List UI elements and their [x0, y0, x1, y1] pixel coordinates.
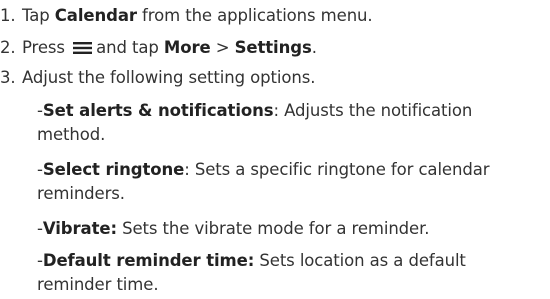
step-text: from the applications menu.: [136, 6, 373, 25]
step-text: Press: [22, 38, 65, 57]
option-name: Vibrate:: [42, 219, 117, 238]
option-name: Set alerts & notifications: [42, 101, 274, 120]
step-number: 3.: [0, 68, 16, 87]
option-vibrate: -Vibrate: Sets the vibrate mode for a re…: [37, 217, 542, 241]
menu-icon: [73, 42, 93, 54]
option-name: Default reminder time:: [42, 251, 255, 270]
option-alerts-notifications: -Set alerts & notifications: Adjusts the…: [37, 99, 542, 147]
more-label: More: [163, 38, 211, 57]
separator: >: [210, 38, 235, 57]
settings-label: Settings: [234, 38, 312, 57]
step-1: 1. Tap Calendar from the applications men…: [0, 5, 373, 27]
step-3: 3. Adjust the following setting options.: [0, 67, 315, 89]
instructions-page: 1. Tap Calendar from the applications men…: [0, 0, 550, 299]
option-sep: :: [184, 160, 195, 179]
option-desc: Sets the vibrate mode for a reminder.: [122, 219, 430, 238]
option-name: Select ringtone: [42, 160, 185, 179]
step-text: .: [311, 38, 317, 57]
calendar-label: Calendar: [54, 6, 137, 25]
step-2: 2. Press and tap More > Settings.: [0, 37, 317, 59]
step-number: 1.: [0, 6, 16, 25]
step-number: 2.: [0, 38, 16, 57]
option-sep: :: [273, 101, 285, 120]
step-text: Adjust the following setting options.: [22, 68, 316, 87]
option-select-ringtone: -Select ringtone: Sets a specific ringto…: [37, 158, 542, 206]
step-text: and tap: [96, 38, 164, 57]
step-text: Tap: [22, 6, 55, 25]
option-default-reminder-time: -Default reminder time: Sets location as…: [37, 249, 542, 297]
